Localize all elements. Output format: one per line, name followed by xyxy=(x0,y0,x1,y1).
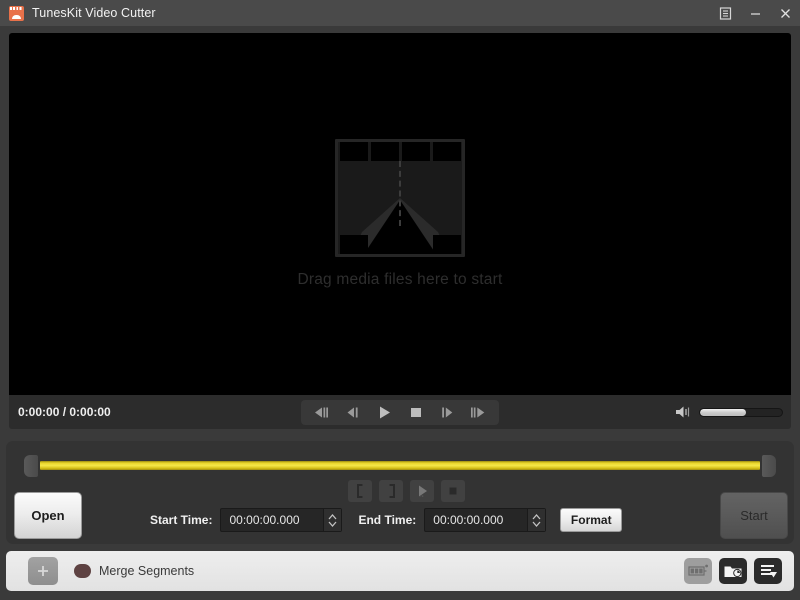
film-strip-cut-icon xyxy=(335,139,465,257)
title-bar: TunesKit Video Cutter xyxy=(0,0,800,26)
step-forward-icon[interactable] xyxy=(431,400,462,425)
chevron-down-icon[interactable] xyxy=(328,521,337,527)
volume-slider-fill xyxy=(700,409,746,416)
plus-icon xyxy=(36,564,50,578)
chevron-up-icon[interactable] xyxy=(328,514,337,520)
trim-handle-right[interactable] xyxy=(762,455,776,477)
film-effects-icon[interactable] xyxy=(684,558,712,584)
list-menu-icon[interactable] xyxy=(710,0,740,26)
stop-icon[interactable] xyxy=(400,400,431,425)
end-time-stepper[interactable]: 00:00:00.000 xyxy=(424,508,546,532)
list-arrow-icon[interactable] xyxy=(754,558,782,584)
add-segment-button[interactable] xyxy=(28,557,58,585)
start-time-label: Start Time: xyxy=(150,513,212,527)
trim-tools xyxy=(348,480,465,502)
bottom-bar-actions xyxy=(684,558,782,584)
player-bar: 0:00:00 / 0:00:00 xyxy=(9,395,791,429)
timeline-selection[interactable] xyxy=(40,461,760,470)
bottom-bar: Merge Segments xyxy=(6,551,794,591)
trim-handle-left[interactable] xyxy=(24,455,38,477)
set-start-button[interactable] xyxy=(348,480,372,502)
step-back-icon[interactable] xyxy=(338,400,369,425)
end-time-spin-arrows[interactable] xyxy=(527,509,545,531)
merge-segments-label: Merge Segments xyxy=(99,564,194,578)
volume-control[interactable] xyxy=(675,405,783,419)
end-time-label: End Time: xyxy=(358,513,416,527)
window-controls xyxy=(710,0,800,26)
start-time-stepper[interactable]: 00:00:00.000 xyxy=(220,508,342,532)
preview-play-button[interactable] xyxy=(410,480,434,502)
volume-slider[interactable] xyxy=(699,408,783,417)
merge-segments-toggle[interactable] xyxy=(74,564,91,578)
folder-clock-icon[interactable] xyxy=(719,558,747,584)
format-button[interactable]: Format xyxy=(560,508,622,532)
set-end-button[interactable] xyxy=(379,480,403,502)
speaker-icon[interactable] xyxy=(675,405,692,419)
play-icon[interactable] xyxy=(369,400,400,425)
preview-stop-button[interactable] xyxy=(441,480,465,502)
start-time-input[interactable]: 00:00:00.000 xyxy=(221,509,323,531)
video-screen[interactable]: Drag media files here to start xyxy=(9,33,791,395)
close-icon[interactable] xyxy=(770,0,800,26)
minimize-icon[interactable] xyxy=(740,0,770,26)
time-display: 0:00:00 / 0:00:00 xyxy=(18,405,111,419)
rewind-frames-icon[interactable] xyxy=(307,400,338,425)
app-title: TunesKit Video Cutter xyxy=(32,6,156,20)
start-button[interactable]: Start xyxy=(720,492,788,539)
chevron-down-icon[interactable] xyxy=(532,521,541,527)
end-time-input[interactable]: 00:00:00.000 xyxy=(425,509,527,531)
film-app-icon xyxy=(9,6,24,21)
drop-zone[interactable]: Drag media files here to start xyxy=(9,139,791,289)
time-fields: Start Time: 00:00:00.000 End Time: 00:00… xyxy=(150,508,622,532)
chevron-up-icon[interactable] xyxy=(532,514,541,520)
video-panel: Drag media files here to start 0:00:00 /… xyxy=(6,30,794,432)
drop-text: Drag media files here to start xyxy=(297,271,502,289)
timeline-track[interactable] xyxy=(18,455,782,477)
start-time-spin-arrows[interactable] xyxy=(323,509,341,531)
forward-frames-icon[interactable] xyxy=(462,400,493,425)
transport-controls xyxy=(301,400,499,425)
open-button[interactable]: Open xyxy=(14,492,82,539)
